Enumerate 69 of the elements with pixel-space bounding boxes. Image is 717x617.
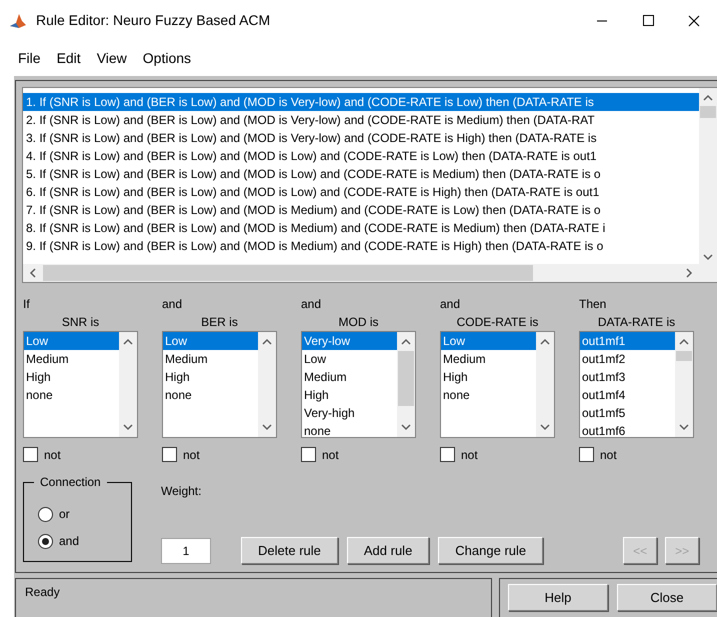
list-option[interactable]: out1mf2	[580, 350, 675, 368]
dialog-button[interactable]: Help	[508, 584, 608, 611]
weight-label: Weight:	[161, 484, 202, 498]
list-option[interactable]: High	[302, 386, 397, 404]
rule-button[interactable]: Change rule	[438, 537, 544, 564]
menu-item[interactable]: Options	[134, 50, 200, 66]
rule-item[interactable]: 9. If (SNR is Low) and (BER is Low) and (MOD is Medium) and (CODE-RATE is High) then (DATA-RATE is o	[23, 237, 699, 255]
membership-listbox[interactable]: Very-low Low Medium High Very-high none	[301, 331, 416, 438]
membership-listbox[interactable]: Low Medium High none	[23, 331, 138, 438]
dialog-button[interactable]: Close	[617, 584, 717, 611]
menu-item[interactable]: Edit	[48, 50, 89, 66]
list-option[interactable]: out1mf1	[580, 332, 675, 350]
weight-field[interactable]: 1	[161, 538, 211, 564]
list-option[interactable]: out1mf4	[580, 386, 675, 404]
checkbox-label: not	[44, 448, 61, 462]
list-option[interactable]: Medium	[24, 350, 119, 368]
list-option[interactable]: Medium	[441, 350, 536, 368]
rule-button[interactable]: Add rule	[346, 537, 430, 564]
group-label: Connection	[34, 475, 107, 489]
variable-label: DATA-RATE is	[596, 314, 676, 331]
list-option[interactable]: Low	[24, 332, 119, 350]
connective-label: and	[301, 296, 322, 313]
checkbox-label: not	[461, 448, 478, 462]
list-option[interactable]: none	[24, 386, 119, 404]
rule-item[interactable]: 6. If (SNR is Low) and (BER is Low) and (MOD is Low) and (CODE-RATE is High) then (DATA-RATE is out1	[23, 183, 699, 201]
list-option[interactable]: out1mf6	[580, 422, 675, 437]
connective-label: and	[440, 296, 462, 313]
status-text: Ready	[15, 578, 492, 617]
variable-label: CODE-RATE is	[456, 314, 540, 331]
list-option[interactable]: Low	[163, 332, 258, 350]
list-option[interactable]: Medium	[302, 368, 397, 386]
menu-item[interactable]: View	[88, 50, 135, 66]
list-option[interactable]: High	[163, 368, 258, 386]
variable-label: MOD is	[338, 314, 380, 331]
variable-label: BER is	[200, 314, 239, 331]
rule-item[interactable]: 5. If (SNR is Low) and (BER is Low) and (MOD is Low) and (CODE-RATE is Medium) then (DATA-RATE is o	[23, 165, 699, 183]
membership-listbox[interactable]: Low Medium High none	[162, 331, 277, 438]
list-option[interactable]: none	[163, 386, 258, 404]
list-option[interactable]: Very-low	[302, 332, 397, 350]
list-option[interactable]: Medium	[163, 350, 258, 368]
rule-item[interactable]: 3. If (SNR is Low) and (BER is Low) and (MOD is Very-low) and (CODE-RATE is High) then (DATA-RATE is	[23, 129, 699, 147]
window-title: Rule Editor: Neuro Fuzzy Based ACM	[36, 12, 272, 28]
rule-item[interactable]: 1. If (SNR is Low) and (BER is Low) and (MOD is Very-low) and (CODE-RATE is Low) then (DATA-RATE is	[23, 93, 699, 111]
list-option[interactable]: none	[302, 422, 397, 437]
variable-label: SNR is	[60, 314, 100, 331]
rule-button[interactable]: Delete rule	[241, 537, 338, 564]
rule-item[interactable]: 4. If (SNR is Low) and (BER is Low) and (MOD is Low) and (CODE-RATE is Low) then (DATA-RATE is out1	[23, 147, 699, 165]
list-option[interactable]: none	[441, 386, 536, 404]
checkbox-label: not	[600, 448, 617, 462]
list-option[interactable]: High	[24, 368, 119, 386]
radio-label: and	[59, 534, 80, 548]
list-option[interactable]: out1mf5	[580, 404, 675, 422]
checkbox-label: not	[322, 448, 339, 462]
rule-item[interactable]: 8. If (SNR is Low) and (BER is Low) and (MOD is Medium) and (CODE-RATE is Medium) then (DATA-RATE i	[23, 219, 699, 237]
list-option[interactable]: Low	[441, 332, 536, 350]
membership-listbox[interactable]: Low Medium High none	[440, 331, 555, 438]
list-option[interactable]: out1mf3	[580, 368, 675, 386]
rule-item[interactable]: 2. If (SNR is Low) and (BER is Low) and (MOD is Very-low) and (CODE-RATE is Medium) then (DATA-RAT	[23, 111, 699, 129]
connective-label: and	[162, 296, 184, 313]
checkbox-label: not	[183, 448, 200, 462]
connective-label: If	[23, 296, 31, 313]
menu-item[interactable]: File	[10, 50, 49, 66]
connective-label: Then	[579, 296, 608, 313]
membership-listbox[interactable]: out1mf1 out1mf2 out1mf3 out1mf4 out1mf5 out1mf6	[579, 331, 694, 438]
radio-label: or	[59, 507, 70, 521]
list-option[interactable]: Very-high	[302, 404, 397, 422]
list-option[interactable]: High	[441, 368, 536, 386]
list-option[interactable]: Low	[302, 350, 397, 368]
rule-item[interactable]: 7. If (SNR is Low) and (BER is Low) and (MOD is Medium) and (CODE-RATE is Low) then (DATA-RATE is o	[23, 201, 699, 219]
